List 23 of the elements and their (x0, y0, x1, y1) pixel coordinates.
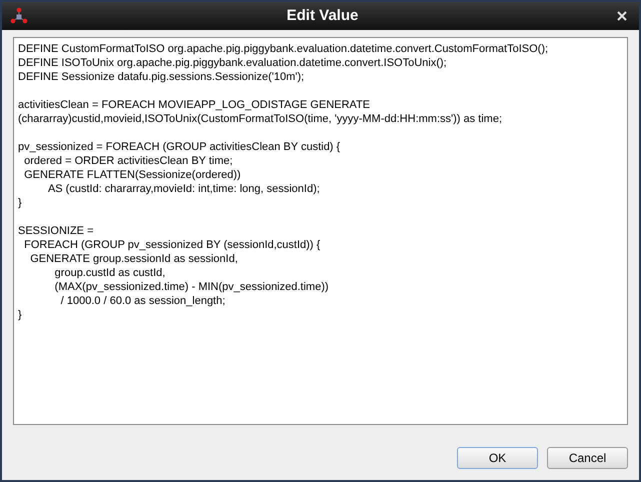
code-line: AS (custId: chararray,movieId: int,time: long, sessionId); (46, 182, 320, 196)
dialog-button[interactable]: Cancel (547, 447, 628, 469)
code-line: } (18, 308, 22, 322)
code-line: } (18, 196, 22, 210)
code-line: activitiesClean = FOREACH MOVIEAPP_LOG_ODISTAGE GENERATE (18, 98, 370, 112)
code-line: DEFINE CustomFormatToISO org.apache.pig.piggybank.evaluation.datetime.convert.CustomFormatToISO(); (18, 42, 548, 56)
code-line: (chararray)custid,movieid,ISOToUnix(CustomFormatToISO(time, 'yyyy-MM-dd:HH:mm:ss')) as time; (18, 112, 502, 126)
window-title: Edit Value (286, 6, 358, 26)
code-line: DEFINE Sessionize datafu.pig.sessions.Sessionize('10m'); (18, 70, 304, 84)
code-line: GENERATE FLATTEN(Sessionize(ordered)) (23, 168, 241, 182)
code-line: FOREACH (GROUP pv_sessionized BY (sessionId,custId)) { (23, 238, 320, 252)
app-icon (10, 7, 28, 25)
code-line: / 1000.0 / 60.0 as session_length; (60, 294, 226, 308)
code-line: SESSIONIZE = (18, 224, 94, 238)
code-line: ordered = ORDER activitiesClean BY time; (23, 154, 233, 168)
text-editor[interactable] (13, 37, 628, 425)
close-icon[interactable] (617, 11, 627, 21)
code-line: (MAX(pv_sessionized.time) - MIN(pv_sessionized.time)) (54, 280, 329, 294)
dialog-button[interactable]: OK (457, 447, 538, 469)
code-line: group.custId as custId, (54, 266, 166, 280)
code-line: GENERATE group.sessionId as sessionId, (29, 252, 238, 266)
code-line: pv_sessionized = FOREACH (GROUP activitiesClean BY custid) { (18, 140, 340, 154)
code-line: DEFINE ISOToUnix org.apache.pig.piggybank.evaluation.datetime.convert.ISOToUnix(); (18, 56, 447, 70)
